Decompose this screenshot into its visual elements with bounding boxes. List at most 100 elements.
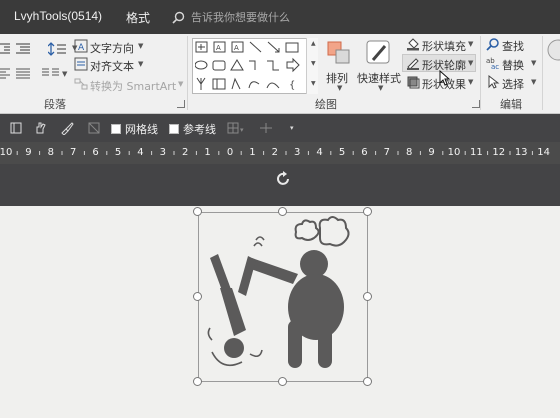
- ruler-label: 7: [70, 147, 77, 158]
- ruler-label: 8: [47, 147, 54, 158]
- quick-styles-icon: [366, 40, 390, 64]
- tab-lvyhtools[interactable]: LvyhTools(0514): [14, 9, 102, 23]
- chevron-down-icon[interactable]: ▼: [62, 70, 67, 78]
- effects-icon: [407, 76, 420, 89]
- ruler-label: 5: [338, 147, 346, 158]
- svg-text:{: {: [289, 80, 295, 91]
- ruler-label: 2: [182, 147, 189, 158]
- gridlines-checkbox[interactable]: 网格线: [111, 121, 158, 137]
- ruler-label: 6: [361, 147, 368, 158]
- select-button[interactable]: 选择 ▼: [484, 74, 540, 92]
- align-icon[interactable]: [258, 122, 274, 134]
- crop-icon[interactable]: [87, 121, 101, 135]
- grid-settings-icon[interactable]: ▾: [227, 122, 247, 134]
- customize-toolbar-icon[interactable]: ▾: [290, 124, 294, 132]
- toolbar-icon[interactable]: [10, 122, 22, 134]
- chevron-up-icon[interactable]: ▲: [311, 40, 316, 47]
- cursor-arrow-icon: [488, 75, 500, 89]
- tell-me-box[interactable]: 告诉我你想要做什么: [172, 8, 290, 26]
- chevron-down-icon: ▼: [178, 80, 184, 88]
- ruler-label: 10: [0, 147, 13, 158]
- align-left-icon[interactable]: [0, 68, 10, 80]
- quick-styles-button[interactable]: 快速样式 ▼: [356, 38, 402, 94]
- paint-bucket-icon: [407, 38, 419, 51]
- ruler-label: 0: [226, 147, 234, 158]
- columns-icon[interactable]: [42, 68, 60, 80]
- voice-icon[interactable]: [546, 38, 560, 64]
- chevron-down-icon: ▼: [468, 78, 474, 86]
- editing-group-label: 编辑: [500, 98, 522, 111]
- group-divider: [542, 36, 543, 110]
- ruler-label: 13: [514, 147, 528, 158]
- chevron-down-icon[interactable]: ▼: [311, 60, 316, 67]
- bully-pictogram-image[interactable]: [198, 212, 368, 382]
- tell-me-placeholder: 告诉我你想要做什么: [191, 11, 290, 24]
- tab-format[interactable]: 格式: [126, 9, 150, 26]
- ruler-label: 7: [383, 147, 390, 158]
- align-text-button[interactable]: 对齐文本 ▼: [74, 56, 154, 74]
- chevron-down-icon: ▼: [531, 78, 537, 86]
- ruler-label: 1: [249, 147, 256, 158]
- ruler-label: 3: [294, 147, 301, 158]
- replace-label: 替换: [502, 59, 524, 72]
- chevron-down-icon: ▼: [468, 40, 474, 48]
- ruler-label: 4: [316, 147, 323, 158]
- select-label: 选择: [502, 78, 524, 91]
- ruler-label: 8: [406, 147, 413, 158]
- svg-text:A: A: [78, 43, 85, 53]
- drawing-dialog-launcher[interactable]: [472, 100, 480, 108]
- paragraph-dialog-launcher[interactable]: [177, 100, 185, 108]
- convert-smartart-button[interactable]: 转换为 SmartArt ▼: [74, 76, 186, 94]
- svg-text:A: A: [216, 44, 221, 52]
- guides-check-box[interactable]: [169, 124, 179, 134]
- brush-icon[interactable]: [60, 121, 74, 135]
- shapes-gallery[interactable]: A A {: [192, 38, 318, 94]
- gallery-more-icon[interactable]: ▼: [311, 80, 316, 87]
- text-direction-label: 文字方向: [90, 42, 134, 55]
- arrange-icon: [327, 41, 350, 64]
- chevron-down-icon: ▼: [138, 60, 144, 68]
- ruler-label: 6: [92, 147, 99, 158]
- quick-access-bar: 网格线 参考线 ▾ ▾: [0, 114, 560, 142]
- find-label: 查找: [502, 40, 524, 53]
- gallery-scrollbar[interactable]: ▲ ▼ ▼: [306, 38, 318, 94]
- line-spacing-icon[interactable]: [48, 42, 70, 56]
- horizontal-ruler: 10 9 8 7 6 5 4 3 2 1 0 1 2 3 4 5 6 7 8 9 10 11 12 13 14: [0, 142, 560, 164]
- shape-fill-button[interactable]: 形状填充 ▼: [404, 36, 476, 54]
- paragraph-group-label: 段落: [44, 98, 66, 111]
- shapes-gallery-icons: A A {: [195, 41, 300, 91]
- text-direction-button[interactable]: A 文字方向 ▼: [74, 38, 154, 56]
- svg-text:ac: ac: [491, 63, 499, 70]
- ruler-label: 11: [470, 147, 483, 158]
- text-direction-icon: A: [74, 39, 88, 53]
- align-text-icon: [74, 57, 88, 71]
- hand-icon[interactable]: [34, 121, 48, 135]
- arrange-button[interactable]: 排列 ▼: [322, 38, 356, 94]
- chevron-down-icon: ▼: [337, 84, 343, 92]
- chevron-down-icon: ▼: [378, 84, 384, 92]
- search-icon: [172, 11, 185, 24]
- justify-icon[interactable]: [16, 68, 30, 80]
- rotate-handle-icon[interactable]: [274, 170, 292, 188]
- smartart-icon: [74, 78, 88, 90]
- chevron-down-icon: ▼: [138, 42, 144, 50]
- title-tab-bar: LvyhTools(0514) 格式 告诉我你想要做什么: [0, 0, 560, 34]
- guides-label: 参考线: [183, 123, 216, 136]
- guides-checkbox[interactable]: 参考线: [169, 121, 216, 137]
- find-button[interactable]: 查找: [484, 36, 540, 54]
- ruler-label: 4: [137, 147, 144, 158]
- gridlines-label: 网格线: [125, 123, 158, 136]
- ruler-label: 3: [159, 147, 166, 158]
- chevron-down-icon: ▼: [468, 59, 474, 67]
- ruler-label: 1: [204, 147, 211, 158]
- gridlines-check-box[interactable]: [111, 124, 121, 134]
- group-divider: [187, 36, 188, 110]
- replace-button[interactable]: ab ac 替换 ▼: [484, 55, 540, 73]
- indent-icon[interactable]: [0, 42, 34, 56]
- ribbon: ▼ A 文字方向 ▼ ▼ 对齐文本 ▼ 转换为 SmartArt ▼ 段落 A …: [0, 34, 560, 114]
- convert-smartart-label: 转换为 SmartArt: [90, 80, 177, 93]
- svg-text:A: A: [234, 44, 239, 52]
- ruler-label: 9: [25, 147, 32, 158]
- group-divider: [480, 36, 481, 110]
- mouse-cursor-icon: [439, 70, 451, 86]
